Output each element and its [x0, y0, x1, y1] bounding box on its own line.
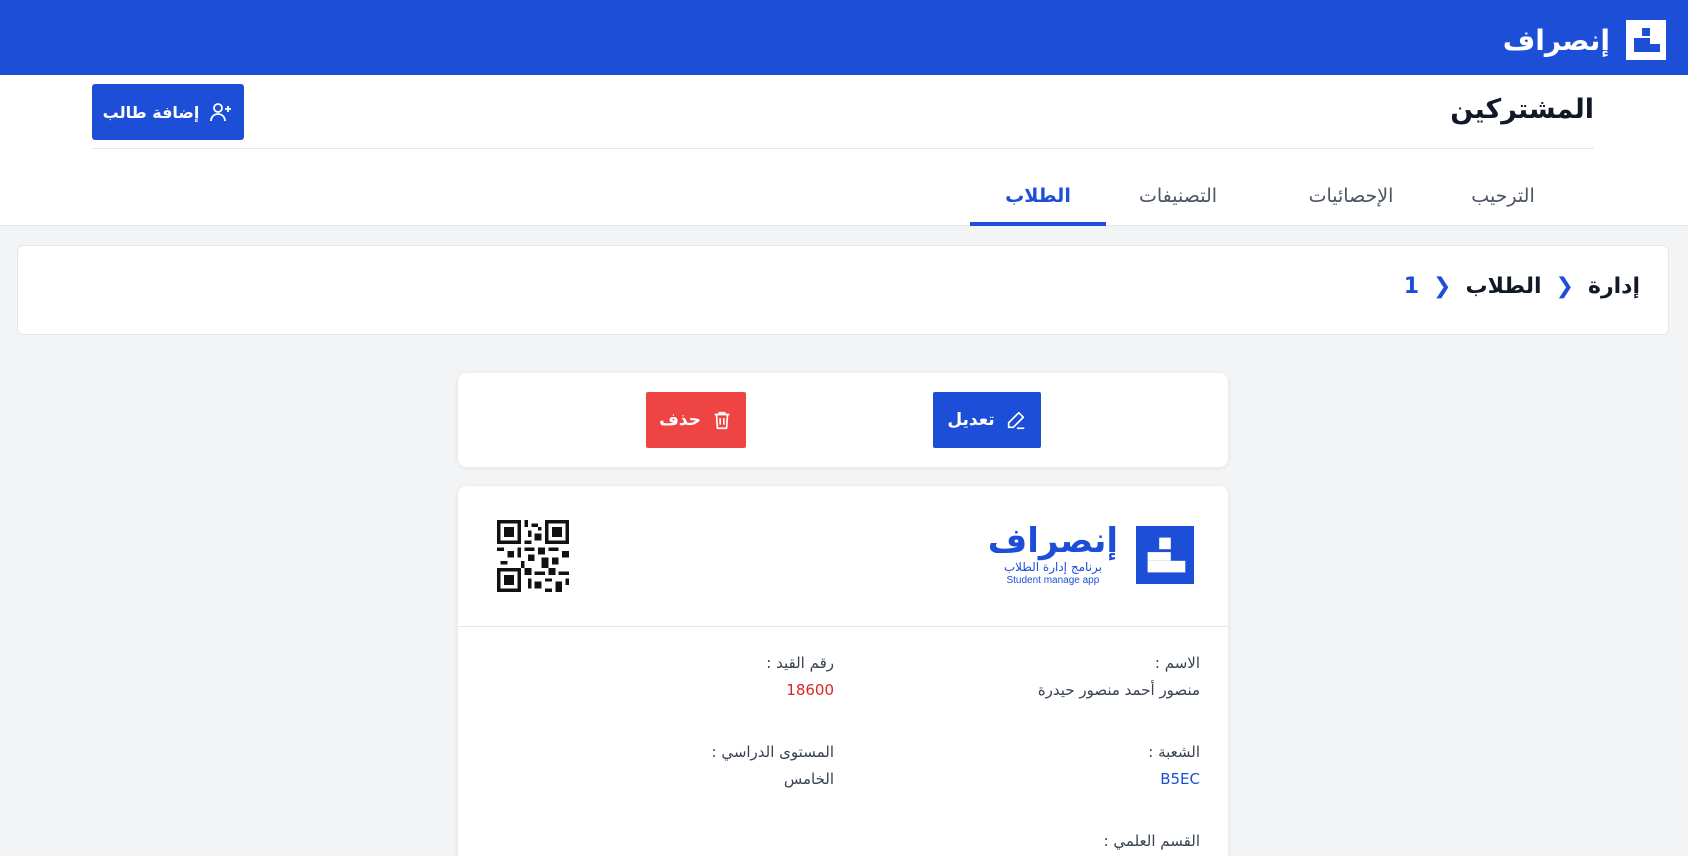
tab-bar: الترحيب الإحصائيات التصنيفات الطلاب [0, 175, 1688, 226]
tab-students[interactable]: الطلاب [970, 175, 1106, 226]
tab-students-label: الطلاب [1005, 185, 1071, 207]
add-student-button[interactable]: إضافة طالب [92, 84, 244, 140]
trash-icon [714, 411, 730, 430]
tab-statistics[interactable]: الإحصائيات [1276, 175, 1426, 226]
student-name-field: الاسم : منصور أحمد منصور حيدرة [860, 654, 1200, 699]
brand[interactable]: إنصراف [1503, 17, 1666, 63]
chevron-left-icon: ❮ [1555, 274, 1574, 299]
student-level-label: المستوى الدراسي : [711, 743, 835, 761]
tab-categories[interactable]: التصنيفات [1108, 175, 1248, 226]
add-student-label: إضافة طالب [102, 102, 200, 122]
card-app-subtitle: برنامج إدارة الطلاب [1003, 560, 1102, 574]
app-name: إنصراف [1502, 23, 1610, 57]
delete-label: حذف [659, 410, 701, 430]
app-logo-icon [1136, 525, 1194, 584]
card-app-name: إنصراف [987, 521, 1118, 561]
breadcrumb-students[interactable]: الطلاب [1465, 274, 1541, 299]
student-id-label: رقم القيد : [766, 654, 834, 672]
breadcrumb-manage[interactable]: إدارة [1588, 274, 1640, 299]
card-logo: إنصراف برنامج إدارة الطلاب Student manag… [988, 522, 1194, 587]
breadcrumb-card: إدارة ❮ الطلاب ❮ 1 [17, 245, 1669, 335]
edit-button[interactable]: تعديل [933, 392, 1041, 448]
student-section-value: B5EC [1160, 770, 1200, 788]
title-divider [92, 148, 1594, 149]
tab-welcome-label: الترحيب [1471, 185, 1535, 207]
page-header: المشتركين إضافة طالب الترحيب الإحصائيات … [0, 75, 1688, 226]
pencil-icon [1007, 411, 1024, 430]
student-section-label: الشعبة : [1148, 743, 1200, 761]
breadcrumb-current: 1 [1403, 274, 1420, 299]
student-id-value: 18600 [786, 681, 834, 699]
student-level-field: المستوى الدراسي : الخامس [494, 743, 835, 788]
actions-card: تعديل حذف [458, 373, 1228, 467]
edit-label: تعديل [947, 410, 995, 430]
student-department-label: القسم العلمي : [1103, 832, 1200, 850]
breadcrumb: إدارة ❮ الطلاب ❮ 1 [1404, 274, 1640, 299]
page-title: المشتركين [1450, 94, 1594, 125]
user-plus-icon [210, 103, 232, 122]
student-name-label: الاسم : [1154, 654, 1200, 672]
student-card-header: إنصراف برنامج إدارة الطلاب Student manag… [458, 486, 1228, 627]
top-navbar: إنصراف [0, 0, 1688, 75]
tab-categories-label: التصنيفات [1138, 185, 1218, 207]
tab-welcome[interactable]: الترحيب [1448, 175, 1558, 226]
chevron-left-icon: ❮ [1433, 274, 1452, 299]
student-name-value: منصور أحمد منصور حيدرة [1037, 681, 1200, 699]
app-logo-icon [1626, 20, 1666, 60]
student-department-field: القسم العلمي : [860, 832, 1200, 850]
student-id-field: رقم القيد : 18600 [494, 654, 834, 699]
tab-statistics-label: الإحصائيات [1308, 185, 1394, 207]
student-card: إنصراف برنامج إدارة الطلاب Student manag… [458, 486, 1228, 856]
student-level-value: الخامس [783, 770, 834, 788]
delete-button[interactable]: حذف [646, 392, 746, 448]
student-section-field: الشعبة : B5EC [860, 743, 1200, 788]
card-app-subtitle-en: Student manage app [1006, 575, 1100, 586]
qr-code [497, 520, 569, 592]
